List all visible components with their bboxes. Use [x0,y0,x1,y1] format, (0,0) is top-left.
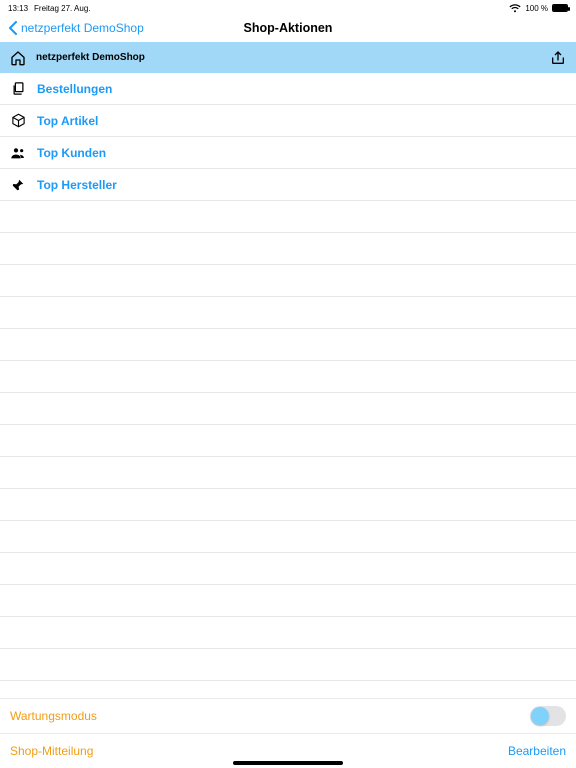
wifi-icon [509,4,521,13]
chevron-left-icon [8,21,18,35]
menu-item-brands[interactable]: Top Hersteller [0,169,576,201]
edit-button[interactable]: Bearbeiten [508,744,566,758]
menu-item-customers[interactable]: Top Kunden [0,137,576,169]
maintenance-toggle[interactable] [530,706,566,726]
menu-item-articles[interactable]: Top Artikel [0,105,576,137]
back-label: netzperfekt DemoShop [21,21,144,35]
nav-bar: netzperfekt DemoShop Shop-Aktionen [0,14,576,42]
maintenance-label: Wartungsmodus [10,709,97,723]
maintenance-row: Wartungsmodus [0,698,576,733]
copy-icon [10,81,26,97]
section-header: netzperfekt DemoShop [0,42,576,73]
menu-label: Top Hersteller [37,178,117,192]
shop-message-label: Shop-Mitteilung [10,744,93,758]
box-icon [10,113,26,129]
battery-icon [552,4,568,12]
home-indicator [233,761,343,765]
menu-label: Top Kunden [37,146,106,160]
empty-area [0,201,576,698]
footer: Wartungsmodus Shop-Mitteilung Bearbeiten [0,698,576,768]
home-icon [10,50,26,66]
back-button[interactable]: netzperfekt DemoShop [8,21,144,35]
menu-item-orders[interactable]: Bestellungen [0,73,576,105]
users-icon [10,145,26,161]
status-date: Freitag 27. Aug. [34,4,90,13]
status-bar: 13:13 Freitag 27. Aug. 100 % [0,0,576,14]
menu-label: Bestellungen [37,82,112,96]
battery-percent: 100 % [525,4,548,13]
share-icon[interactable] [550,50,566,66]
menu-label: Top Artikel [37,114,98,128]
status-time: 13:13 [8,4,28,13]
menu-list: Bestellungen Top Artikel Top Kunden Top … [0,73,576,201]
section-title: netzperfekt DemoShop [36,52,145,63]
pin-icon [10,177,26,193]
